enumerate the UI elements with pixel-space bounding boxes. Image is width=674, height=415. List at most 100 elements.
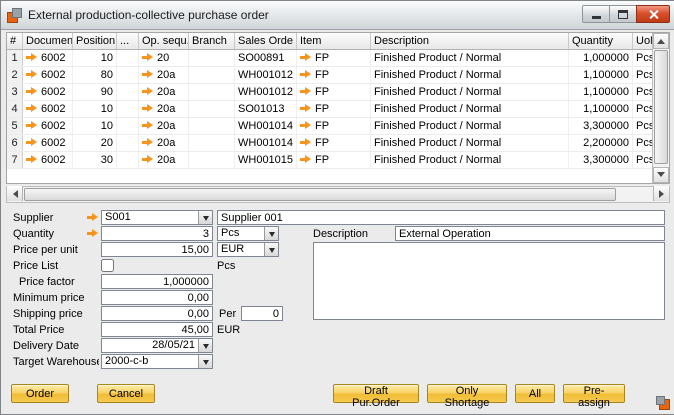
cell-item[interactable]: FP bbox=[297, 135, 371, 151]
delivery-date-combo[interactable]: 28/05/21 bbox=[101, 338, 213, 353]
chevron-down-icon[interactable] bbox=[198, 355, 212, 368]
cell-position[interactable]: 30 bbox=[73, 152, 117, 168]
link-arrow-icon[interactable] bbox=[87, 229, 98, 238]
row-number[interactable]: 1 bbox=[7, 50, 23, 66]
cell-sales-order[interactable]: WH001014 bbox=[235, 135, 297, 151]
cell-uom[interactable]: Pcs bbox=[633, 67, 653, 83]
link-arrow-icon[interactable] bbox=[26, 53, 37, 62]
table-row[interactable]: 4 6002 10 20a SO01013 FP Finished Produc… bbox=[7, 101, 653, 118]
link-arrow-icon[interactable] bbox=[300, 138, 311, 147]
per-field[interactable] bbox=[241, 306, 283, 321]
cell-op-sequence[interactable]: 20a bbox=[139, 84, 189, 100]
cell-op-sequence[interactable]: 20a bbox=[139, 67, 189, 83]
scroll-up-button[interactable] bbox=[653, 33, 669, 49]
minimum-price-field[interactable] bbox=[101, 290, 213, 305]
link-arrow-icon[interactable] bbox=[300, 155, 311, 164]
notes-textarea[interactable] bbox=[313, 242, 665, 320]
link-arrow-icon[interactable] bbox=[300, 104, 311, 113]
cell-item[interactable]: FP bbox=[297, 84, 371, 100]
col-header-sales-order[interactable]: Sales Orde bbox=[235, 33, 297, 49]
cell-quantity[interactable]: 1,100000 bbox=[569, 84, 633, 100]
cell-item[interactable]: FP bbox=[297, 67, 371, 83]
shipping-price-field[interactable] bbox=[101, 306, 213, 321]
table-row[interactable]: 5 6002 10 20a WH001014 FP Finished Produ… bbox=[7, 118, 653, 135]
cell-dots[interactable] bbox=[117, 152, 139, 168]
cell-op-sequence[interactable]: 20 bbox=[139, 50, 189, 66]
cell-dots[interactable] bbox=[117, 118, 139, 134]
cell-quantity[interactable]: 1,100000 bbox=[569, 101, 633, 117]
maximize-button[interactable] bbox=[609, 5, 637, 23]
cell-document[interactable]: 6002 bbox=[23, 118, 73, 134]
cell-dots[interactable] bbox=[117, 101, 139, 117]
cell-description[interactable]: Finished Product / Normal bbox=[371, 67, 569, 83]
supplier-combo[interactable]: S001 bbox=[101, 210, 213, 225]
cell-sales-order[interactable]: SO01013 bbox=[235, 101, 297, 117]
horizontal-scrollbar-thumb[interactable] bbox=[24, 188, 616, 201]
col-header-num[interactable]: # bbox=[7, 33, 23, 49]
cell-uom[interactable]: Pcs bbox=[633, 50, 653, 66]
quantity-field[interactable] bbox=[101, 226, 213, 241]
link-arrow-icon[interactable] bbox=[26, 155, 37, 164]
link-arrow-icon[interactable] bbox=[142, 155, 153, 164]
quantity-uom-combo[interactable]: Pcs bbox=[217, 226, 279, 241]
cell-document[interactable]: 6002 bbox=[23, 84, 73, 100]
link-arrow-icon[interactable] bbox=[26, 138, 37, 147]
cell-position[interactable]: 90 bbox=[73, 84, 117, 100]
horizontal-scrollbar[interactable] bbox=[6, 186, 670, 203]
cell-dots[interactable] bbox=[117, 135, 139, 151]
total-price-field[interactable] bbox=[101, 322, 213, 337]
link-arrow-icon[interactable] bbox=[300, 53, 311, 62]
vertical-scrollbar-thumb[interactable] bbox=[654, 50, 668, 164]
cell-document[interactable]: 6002 bbox=[23, 135, 73, 151]
cell-branch[interactable] bbox=[189, 84, 235, 100]
cell-op-sequence[interactable]: 20a bbox=[139, 135, 189, 151]
cell-document[interactable]: 6002 bbox=[23, 50, 73, 66]
cell-document[interactable]: 6002 bbox=[23, 101, 73, 117]
link-arrow-icon[interactable] bbox=[26, 70, 37, 79]
link-arrow-icon[interactable] bbox=[142, 53, 153, 62]
link-arrow-icon[interactable] bbox=[300, 87, 311, 96]
cell-uom[interactable]: Pcs bbox=[633, 152, 653, 168]
cell-branch[interactable] bbox=[189, 118, 235, 134]
link-arrow-icon[interactable] bbox=[26, 87, 37, 96]
cell-description[interactable]: Finished Product / Normal bbox=[371, 101, 569, 117]
col-header-document[interactable]: Documen bbox=[23, 33, 73, 49]
cell-position[interactable]: 20 bbox=[73, 135, 117, 151]
cell-description[interactable]: Finished Product / Normal bbox=[371, 118, 569, 134]
col-header-branch[interactable]: Branch bbox=[189, 33, 235, 49]
cell-dots[interactable] bbox=[117, 84, 139, 100]
col-header-position[interactable]: Position bbox=[73, 33, 117, 49]
row-number[interactable]: 5 bbox=[7, 118, 23, 134]
all-button[interactable]: All bbox=[515, 384, 555, 403]
cell-uom[interactable]: Pcs bbox=[633, 84, 653, 100]
table-row[interactable]: 7 6002 30 20a WH001015 FP Finished Produ… bbox=[7, 152, 653, 169]
col-header-quantity[interactable]: Quantity bbox=[569, 33, 633, 49]
cell-branch[interactable] bbox=[189, 152, 235, 168]
price-list-checkbox[interactable] bbox=[101, 259, 114, 272]
cell-uom[interactable]: Pcs bbox=[633, 135, 653, 151]
cell-branch[interactable] bbox=[189, 135, 235, 151]
link-arrow-icon[interactable] bbox=[142, 104, 153, 113]
cell-op-sequence[interactable]: 20a bbox=[139, 101, 189, 117]
cell-item[interactable]: FP bbox=[297, 118, 371, 134]
currency-combo[interactable]: EUR bbox=[217, 242, 279, 257]
cell-op-sequence[interactable]: 20a bbox=[139, 118, 189, 134]
cell-quantity[interactable]: 3,300000 bbox=[569, 118, 633, 134]
row-number[interactable]: 3 bbox=[7, 84, 23, 100]
cell-description[interactable]: Finished Product / Normal bbox=[371, 152, 569, 168]
chevron-down-icon[interactable] bbox=[264, 243, 278, 256]
link-arrow-icon[interactable] bbox=[26, 104, 37, 113]
cell-description[interactable]: Finished Product / Normal bbox=[371, 84, 569, 100]
col-header-description[interactable]: Description bbox=[371, 33, 569, 49]
scroll-left-button[interactable] bbox=[7, 186, 23, 201]
cell-position[interactable]: 10 bbox=[73, 50, 117, 66]
cell-position[interactable]: 80 bbox=[73, 67, 117, 83]
cell-sales-order[interactable]: WH001014 bbox=[235, 118, 297, 134]
table-row[interactable]: 1 6002 10 20 SO00891 FP Finished Product… bbox=[7, 50, 653, 67]
order-button[interactable]: Order bbox=[11, 384, 69, 403]
table-row[interactable]: 6 6002 20 20a WH001014 FP Finished Produ… bbox=[7, 135, 653, 152]
cell-uom[interactable]: Pcs bbox=[633, 101, 653, 117]
cell-quantity[interactable]: 1,100000 bbox=[569, 67, 633, 83]
link-arrow-icon[interactable] bbox=[142, 121, 153, 130]
link-arrow-icon[interactable] bbox=[142, 87, 153, 96]
